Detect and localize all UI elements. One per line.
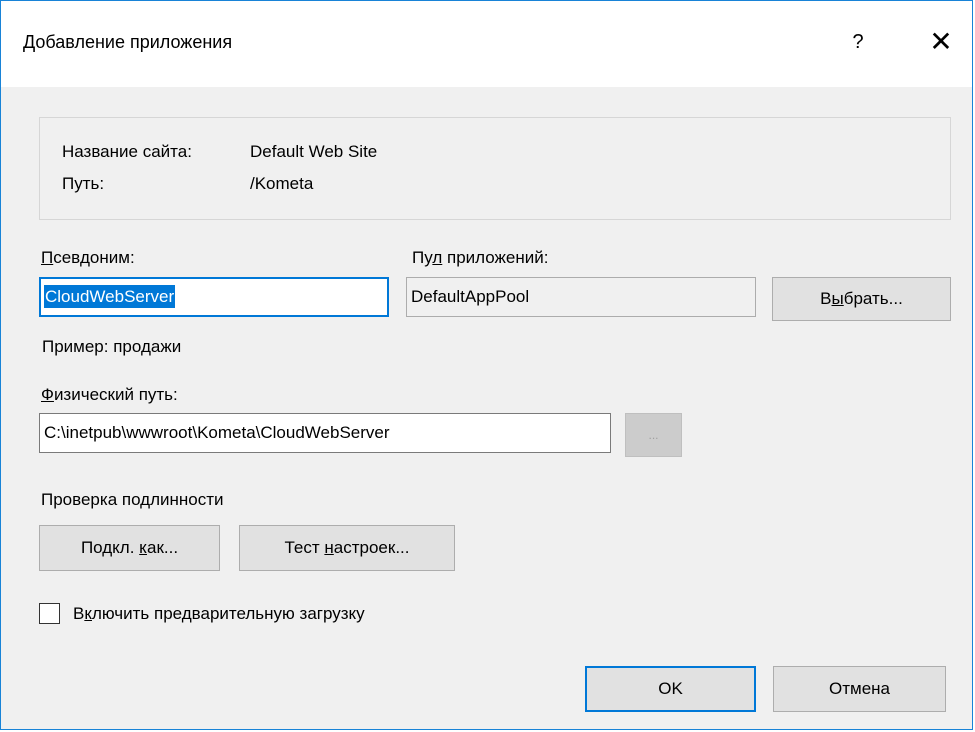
preload-checkbox[interactable] <box>39 603 60 624</box>
app-pool-label: Пул приложений: <box>412 248 549 267</box>
ok-button[interactable]: OK <box>585 666 756 712</box>
path-label: Путь: <box>62 174 105 193</box>
connect-as-button[interactable]: Подкл. как... <box>39 525 220 571</box>
site-name-value: Default Web Site <box>250 142 378 161</box>
browse-path-button[interactable]: ... <box>625 413 682 457</box>
site-info-panel <box>39 117 951 220</box>
path-value: /Kometa <box>250 174 314 193</box>
alias-input-value: CloudWebServer <box>44 285 176 308</box>
help-button[interactable]: ? <box>846 27 870 57</box>
alias-input[interactable]: CloudWebServer <box>39 277 389 317</box>
physical-path-input[interactable]: C:\inetpub\wwwroot\Kometa\CloudWebServer <box>39 413 611 453</box>
close-button[interactable]: ✕ <box>923 23 959 61</box>
site-name-label: Название сайта: <box>62 142 192 161</box>
title-bar: Добавление приложения ? ✕ <box>1 1 972 87</box>
alias-label: Псевдоним: <box>41 248 135 267</box>
app-pool-field: DefaultAppPool <box>406 277 756 317</box>
select-app-pool-button[interactable]: Выбрать... <box>772 277 951 321</box>
preload-label[interactable]: Включить предварительную загрузку <box>73 604 365 624</box>
physical-path-label: Физический путь: <box>41 385 178 404</box>
dialog-title: Добавление приложения <box>23 32 233 52</box>
add-application-dialog: Добавление приложения ? ✕ Название сайта… <box>0 0 973 730</box>
auth-heading: Проверка подлинности <box>41 490 224 509</box>
alias-example: Пример: продажи <box>42 337 182 356</box>
cancel-button[interactable]: Отмена <box>773 666 946 712</box>
test-settings-button[interactable]: Тест настроек... <box>239 525 455 571</box>
